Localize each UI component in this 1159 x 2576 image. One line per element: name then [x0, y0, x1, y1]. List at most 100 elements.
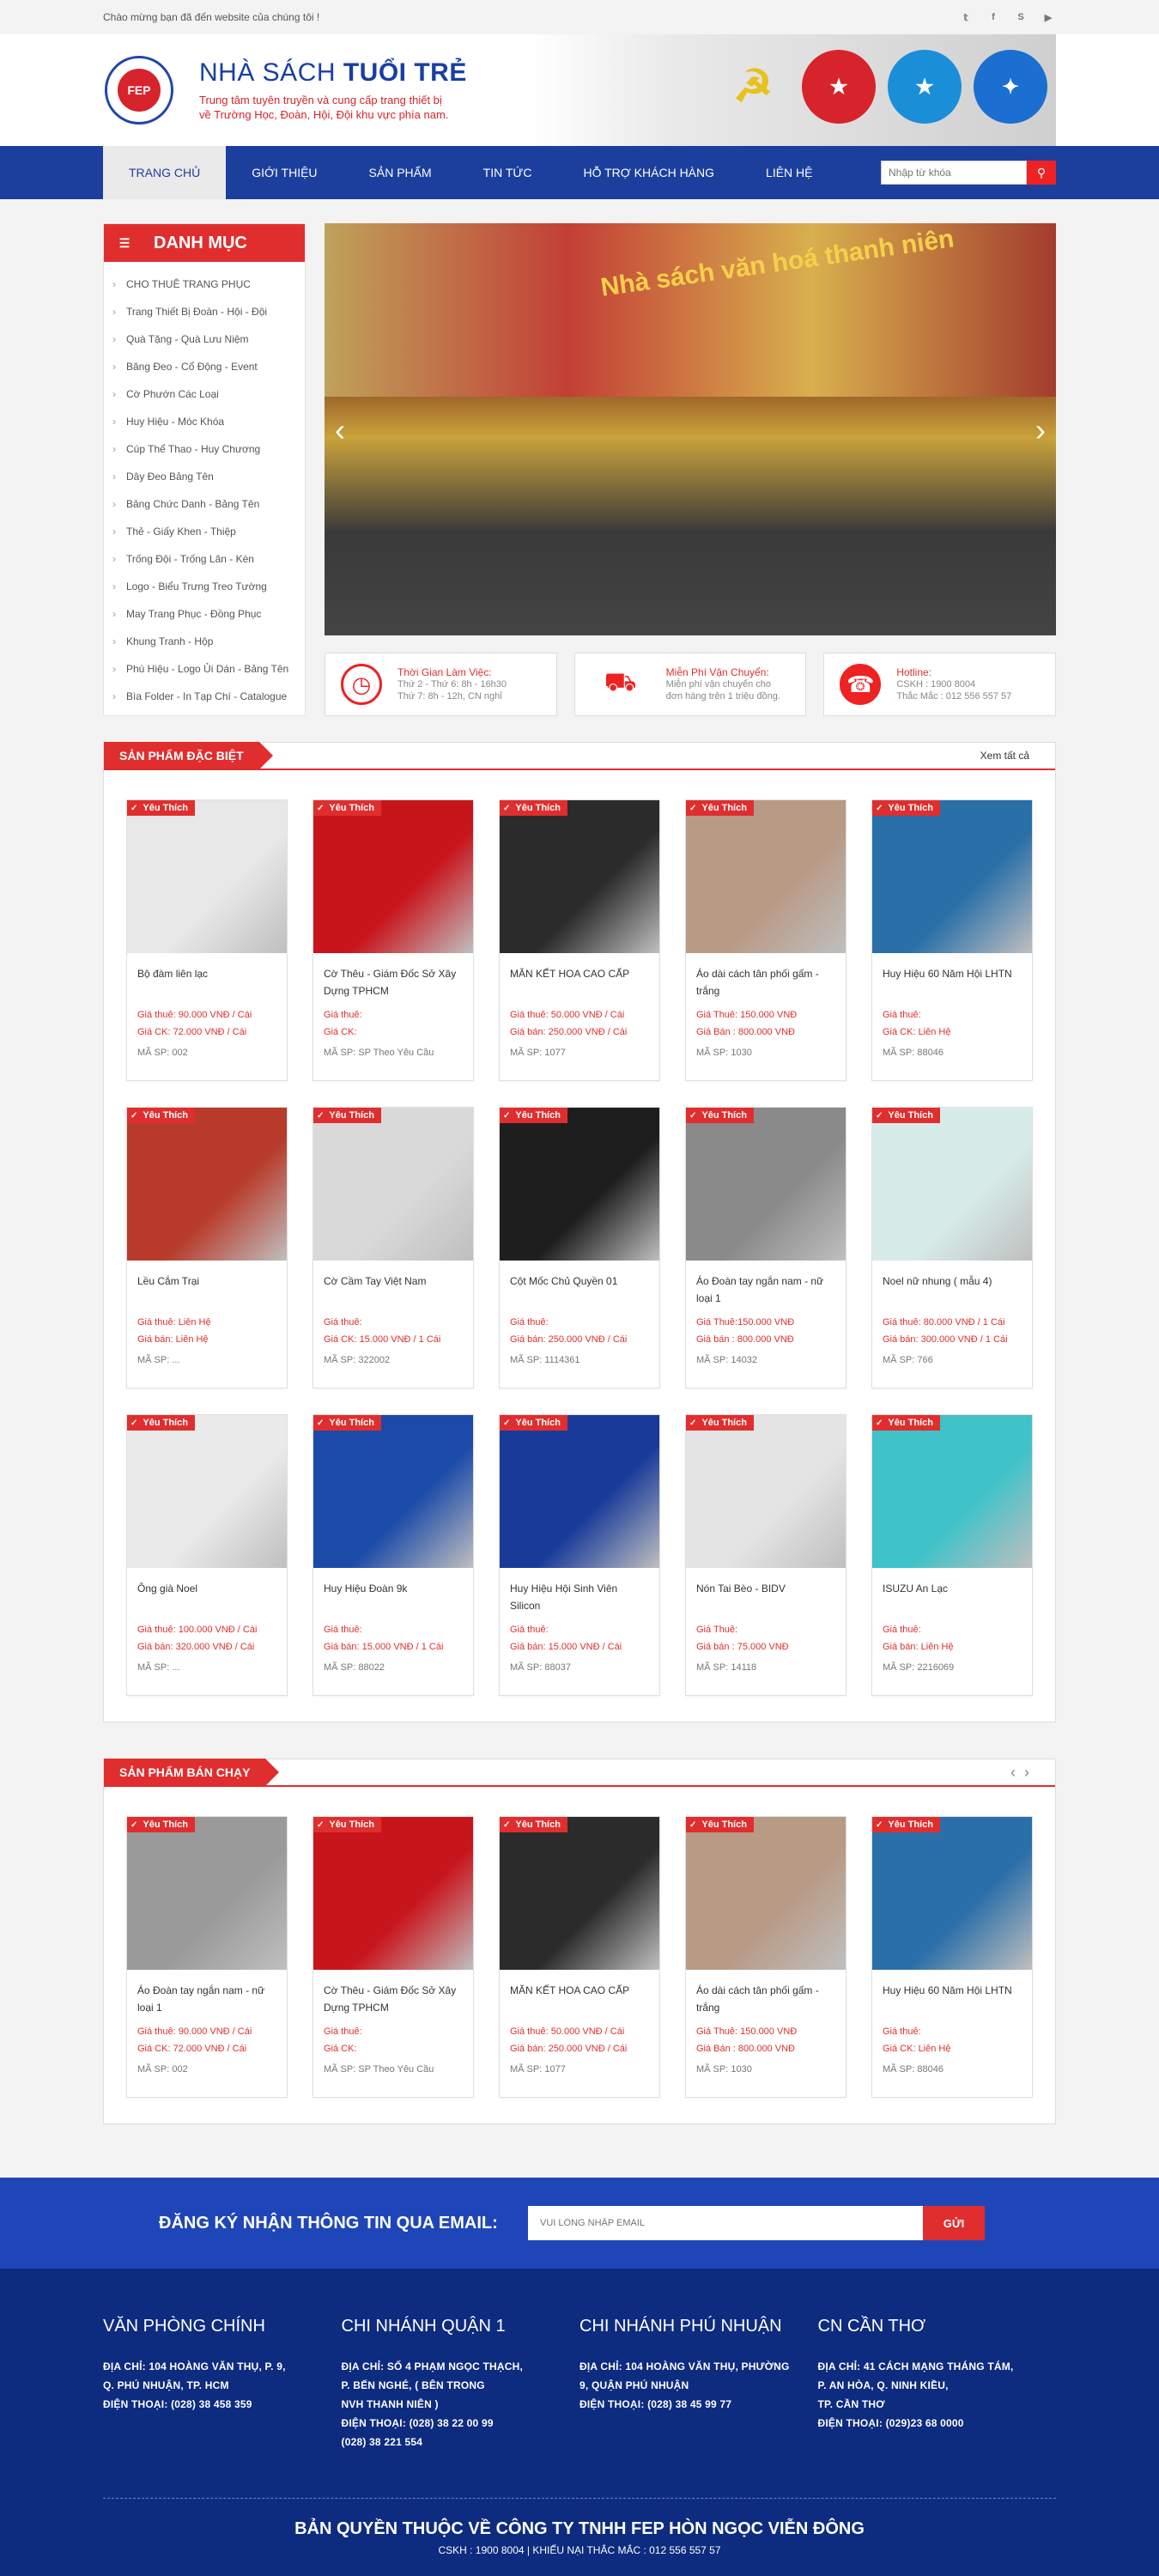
product-image[interactable]: Yêu Thích — [313, 1415, 473, 1568]
product-card[interactable]: Yêu Thích Huy Hiệu 60 Năm Hội LHTN Giá thu… — [871, 1816, 1033, 2098]
category-item[interactable]: Khung Tranh - Hộp — [104, 628, 305, 655]
product-image[interactable]: Yêu Thích — [127, 1817, 287, 1970]
product-price-sale: Giá Bán : 800.000 VNĐ — [696, 1027, 795, 1037]
product-card[interactable]: Yêu Thích Bộ đàm liên lạc Giá thuê: 90.000… — [126, 799, 288, 1081]
product-card[interactable]: Yêu Thích Nón Tai Bèo - BIDV Giá Thuê: Giá … — [685, 1414, 846, 1696]
site-logo[interactable]: FEP — [105, 56, 173, 125]
product-title[interactable]: MĂN KẾT HOA CAO CẤP — [500, 1970, 659, 2023]
category-item[interactable]: May Trang Phục - Đồng Phục — [104, 600, 305, 628]
product-card[interactable]: Yêu Thích Áo Đoàn tay ngắn nam - nữ loại … — [126, 1816, 288, 2098]
search-input[interactable] — [881, 161, 1027, 185]
nav-about[interactable]: GIỚI THIỆU — [226, 146, 343, 199]
product-image[interactable]: Yêu Thích — [686, 1415, 846, 1568]
product-title[interactable]: MĂN KẾT HOA CAO CẤP — [500, 953, 659, 1006]
nav-home[interactable]: TRANG CHỦ — [103, 146, 227, 199]
chevron-right-icon[interactable]: › — [1024, 1764, 1029, 1781]
product-image[interactable]: Yêu Thích — [313, 1817, 473, 1970]
product-card[interactable]: Yêu Thích Cờ Cầm Tay Việt Nam Giá thuê: Giá… — [313, 1107, 474, 1388]
product-image[interactable]: Yêu Thích — [313, 800, 473, 953]
product-image[interactable]: Yêu Thích — [872, 1108, 1032, 1261]
product-sku: MÃ SP: 002 — [137, 2064, 188, 2075]
nav-products[interactable]: SẢN PHẨM — [343, 146, 458, 199]
product-title[interactable]: Bộ đàm liên lạc — [127, 953, 287, 1006]
product-card[interactable]: Yêu Thích MĂN KẾT HOA CAO CẤP Giá thuê: 50… — [499, 799, 660, 1081]
product-title[interactable]: ISUZU An Lạc — [872, 1568, 1032, 1621]
twitter-icon[interactable]: 𝕥 — [958, 9, 974, 25]
product-title[interactable]: Cờ Thêu - Giám Đốc Sở Xây Dựng TPHCM — [313, 953, 473, 1006]
product-image[interactable]: Yêu Thích — [127, 1415, 287, 1568]
slider-next-icon[interactable]: › — [1035, 412, 1046, 448]
product-card[interactable]: Yêu Thích MĂN KẾT HOA CAO CẤP Giá thuê: 50… — [499, 1816, 660, 2098]
category-item[interactable]: Thẻ - Giấy Khen - Thiệp — [104, 518, 305, 545]
category-item[interactable]: Cúp Thể Thao - Huy Chương — [104, 435, 305, 463]
product-title[interactable]: Huy Hiệu 60 Năm Hội LHTN — [872, 1970, 1032, 2023]
category-item[interactable]: Bìa Folder - In Tạp Chí - Catalogue — [104, 683, 305, 710]
footer-line: TP. CẦN THƠ — [817, 2398, 885, 2410]
newsletter-submit-button[interactable]: GỬI — [923, 2206, 985, 2240]
product-image[interactable]: Yêu Thích — [686, 1817, 846, 1970]
product-title[interactable]: Huy Hiệu 60 Năm Hội LHTN — [872, 953, 1032, 1006]
product-title[interactable]: Cờ Thêu - Giám Đốc Sở Xây Dựng TPHCM — [313, 1970, 473, 2023]
product-image[interactable]: Yêu Thích — [872, 1817, 1032, 1970]
product-image[interactable]: Yêu Thích — [127, 1108, 287, 1261]
product-card[interactable]: Yêu Thích Cờ Thêu - Giám Đốc Sở Xây Dựng … — [313, 799, 474, 1081]
product-title[interactable]: Nón Tai Bèo - BIDV — [686, 1568, 846, 1621]
product-card[interactable]: Yêu Thích Cột Mốc Chủ Quyền 01 Giá thuê: Gi… — [499, 1107, 660, 1388]
product-image[interactable]: Yêu Thích — [872, 1415, 1032, 1568]
nav-contact[interactable]: LIÊN HỆ — [740, 146, 838, 199]
category-item[interactable]: CHO THUÊ TRANG PHỤC — [104, 270, 305, 298]
product-title[interactable]: Huy Hiệu Đoàn 9k — [313, 1568, 473, 1621]
category-item[interactable]: Trống Đội - Trống Lân - Kèn — [104, 545, 305, 573]
product-image[interactable]: Yêu Thích — [500, 800, 659, 953]
search-button[interactable]: ⚲ — [1027, 161, 1056, 185]
product-card[interactable]: Yêu Thích Áo Đoàn tay ngắn nam - nữ loại … — [685, 1107, 846, 1388]
product-image[interactable]: Yêu Thích — [313, 1108, 473, 1261]
product-card[interactable]: Yêu Thích Cờ Thêu - Giám Đốc Sở Xây Dựng … — [313, 1816, 474, 2098]
category-item[interactable]: Quà Tặng - Quà Lưu Niệm — [104, 325, 305, 353]
product-image[interactable]: Yêu Thích — [127, 800, 287, 953]
product-price-rent: Giá thuê: Liên Hệ — [137, 1317, 211, 1327]
product-title[interactable]: Cờ Cầm Tay Việt Nam — [313, 1261, 473, 1314]
category-item[interactable]: Cờ Phướn Các Loại — [104, 380, 305, 408]
product-title[interactable]: Noel nữ nhung ( mẫu 4) — [872, 1261, 1032, 1314]
product-image[interactable]: Yêu Thích — [686, 1108, 846, 1261]
category-item[interactable]: Bảng Chức Danh - Bảng Tên — [104, 490, 305, 518]
category-item[interactable]: Huy Hiệu - Móc Khóa — [104, 408, 305, 435]
product-card[interactable]: Yêu Thích Lều Cắm Trại Giá thuê: Liên Hệ Gi… — [126, 1107, 288, 1388]
category-item[interactable]: Phù Hiệu - Logo Ủi Dán - Bảng Tên — [104, 655, 305, 683]
youtube-icon[interactable]: ▶ — [1041, 9, 1056, 25]
nav-support[interactable]: HỖ TRỢ KHÁCH HÀNG — [557, 146, 740, 199]
view-all-link[interactable]: Xem tất cả — [980, 750, 1055, 762]
category-item[interactable]: Trang Thiết Bị Đoàn - Hội - Đội — [104, 298, 305, 325]
product-title[interactable]: Ông già Noel — [127, 1568, 287, 1621]
product-title[interactable]: Cột Mốc Chủ Quyền 01 — [500, 1261, 659, 1314]
product-card[interactable]: Yêu Thích Huy Hiệu 60 Năm Hội LHTN Giá thu… — [871, 799, 1033, 1081]
product-title[interactable]: Áo Đoàn tay ngắn nam - nữ loại 1 — [686, 1261, 846, 1314]
product-image[interactable]: Yêu Thích — [500, 1108, 659, 1261]
product-title[interactable]: Áo dài cách tân phối gấm - trắng — [686, 1970, 846, 2023]
product-card[interactable]: Yêu Thích Noel nữ nhung ( mẫu 4) Giá thuê:… — [871, 1107, 1033, 1388]
slider-prev-icon[interactable]: ‹ — [335, 412, 345, 448]
product-title[interactable]: Áo Đoàn tay ngắn nam - nữ loại 1 — [127, 1970, 287, 2023]
product-card[interactable]: Yêu Thích Huy Hiệu Hội Sinh Viên Silicon G… — [499, 1414, 660, 1696]
product-card[interactable]: Yêu Thích ISUZU An Lạc Giá thuê: Giá bán: L… — [871, 1414, 1033, 1696]
product-card[interactable]: Yêu Thích Áo dài cách tân phối gấm - trắn… — [685, 799, 846, 1081]
product-image[interactable]: Yêu Thích — [686, 800, 846, 953]
product-image[interactable]: Yêu Thích — [872, 800, 1032, 953]
category-item[interactable]: Logo - Biểu Trưng Treo Tường — [104, 573, 305, 600]
skype-icon[interactable]: S — [1013, 9, 1029, 25]
category-item[interactable]: Băng Đeo - Cổ Động - Event — [104, 353, 305, 380]
category-item[interactable]: Dây Đeo Bảng Tên — [104, 463, 305, 490]
product-image[interactable]: Yêu Thích — [500, 1415, 659, 1568]
product-title[interactable]: Lều Cắm Trại — [127, 1261, 287, 1314]
chevron-left-icon[interactable]: ‹ — [1010, 1764, 1016, 1781]
product-image[interactable]: Yêu Thích — [500, 1817, 659, 1970]
product-title[interactable]: Huy Hiệu Hội Sinh Viên Silicon — [500, 1568, 659, 1621]
newsletter-email-input[interactable] — [528, 2206, 923, 2240]
facebook-icon[interactable]: f — [986, 9, 1001, 25]
product-card[interactable]: Yêu Thích Huy Hiệu Đoàn 9k Giá thuê: Giá bá… — [313, 1414, 474, 1696]
product-title[interactable]: Áo dài cách tân phối gấm - trắng — [686, 953, 846, 1006]
product-card[interactable]: Yêu Thích Áo dài cách tân phối gấm - trắn… — [685, 1816, 846, 2098]
product-card[interactable]: Yêu Thích Ông già Noel Giá thuê: 100.000 V… — [126, 1414, 288, 1696]
nav-news[interactable]: TIN TỨC — [458, 146, 558, 199]
